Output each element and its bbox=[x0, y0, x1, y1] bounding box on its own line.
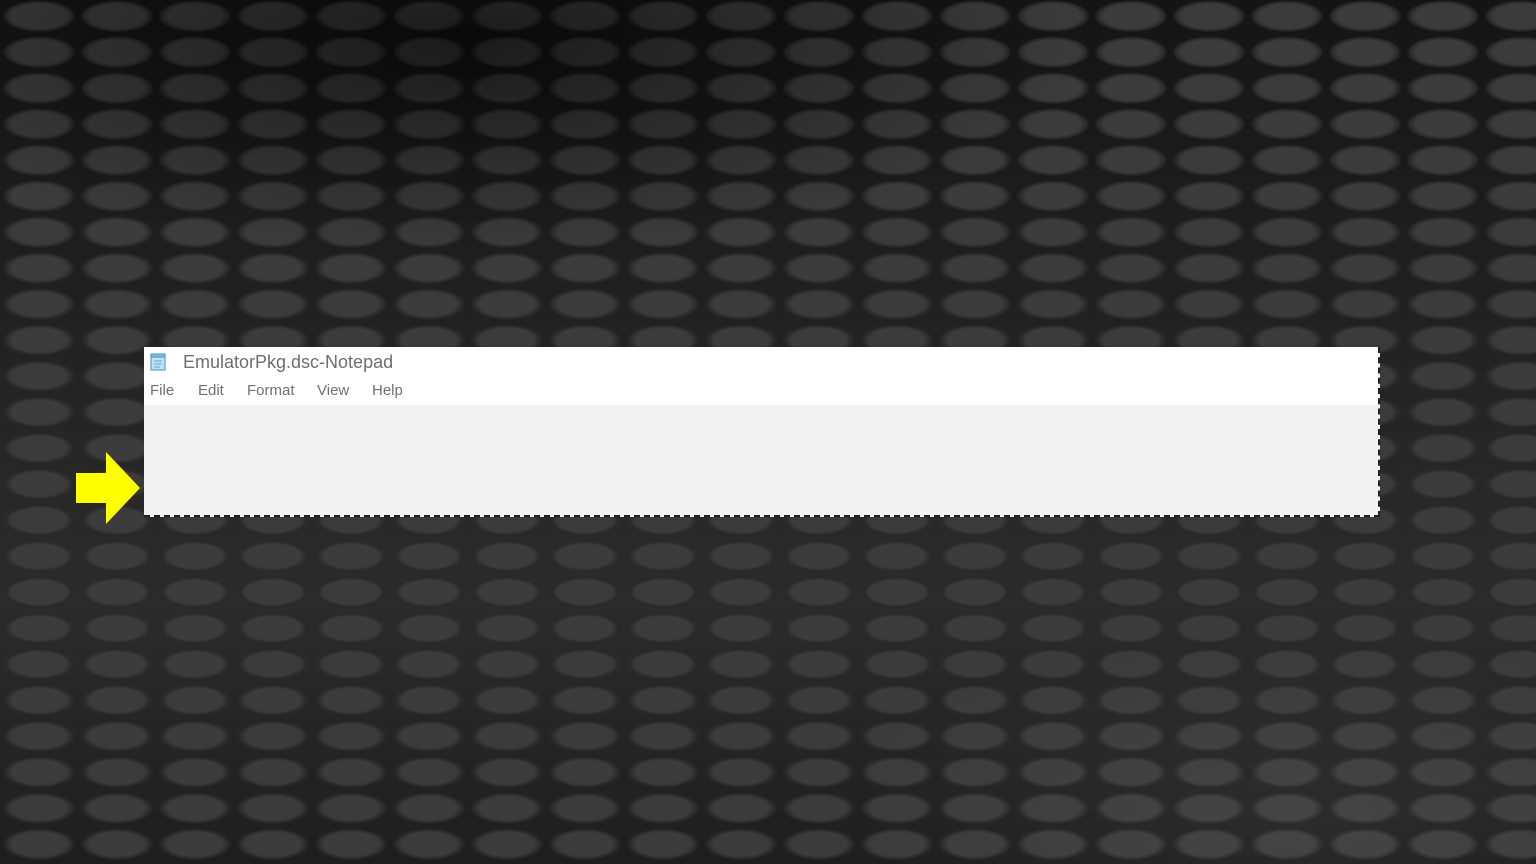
window-title: EmulatorPkg.dsc-Notepad bbox=[183, 352, 394, 372]
menu-edit[interactable]: Edit bbox=[198, 382, 224, 399]
notepad-window[interactable]: EmulatorPkg.dsc-Notepad File Edit Format… bbox=[144, 347, 1380, 517]
menu-help[interactable]: Help bbox=[372, 382, 403, 399]
notepad-icon bbox=[150, 353, 166, 371]
text-editor-area[interactable] bbox=[144, 405, 1378, 515]
menu-view[interactable]: View bbox=[317, 382, 349, 399]
menu-bar: File Edit Format View Help bbox=[144, 379, 1378, 405]
menu-file[interactable]: File bbox=[150, 382, 174, 399]
title-bar[interactable]: EmulatorPkg.dsc-Notepad bbox=[144, 347, 1378, 379]
arrow-right-icon bbox=[76, 452, 140, 524]
menu-format[interactable]: Format bbox=[247, 382, 295, 399]
